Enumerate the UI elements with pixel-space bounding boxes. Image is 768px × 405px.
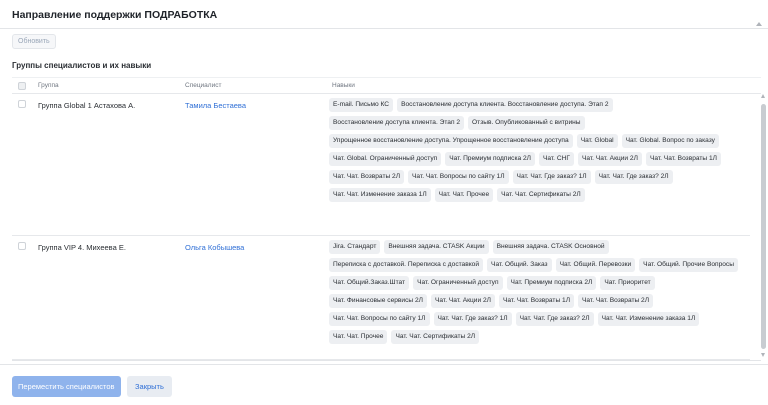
skill-chip: Чат. Чат. Где заказ? 1Л xyxy=(433,312,512,326)
skill-chip: Чат. Global xyxy=(576,134,618,148)
skill-chip: Чат. Чат. Изменение заказа 1Л xyxy=(597,312,700,326)
skill-chip: Чат. Чат. Возвраты 1Л xyxy=(498,294,575,308)
column-header-specialist: Специалист xyxy=(185,82,222,89)
skill-chip: Чат. Премиум подписка 2Л xyxy=(506,276,597,290)
skill-chip: Чат. СНГ xyxy=(538,152,574,166)
skill-chip: Внешняя задача. CTASK Акции xyxy=(384,240,489,254)
skills-list: E-mail. Письмо КС Восстановление доступа… xyxy=(329,98,749,202)
skill-chip: Чат. Чат. Изменение заказа 1Л xyxy=(329,188,431,202)
move-specialists-button[interactable]: Переместить специалистов xyxy=(12,376,121,397)
dialog-footer: Переместить специалистов Закрыть xyxy=(0,364,768,405)
skill-chip: E-mail. Письмо КС xyxy=(329,98,394,112)
refresh-button[interactable]: Обновить xyxy=(12,34,56,49)
skill-chip: Упрощенное восстановление доступа. Упрощ… xyxy=(329,134,573,148)
chevron-up-icon[interactable] xyxy=(756,22,762,26)
skill-chip: Чат. Премиум подписка 2Л xyxy=(445,152,535,166)
table-row: Группа Global 1 Астахова А. Тамила Беста… xyxy=(12,94,750,236)
skill-chip: Восстановление доступа клиента. Восстано… xyxy=(397,98,613,112)
select-all-checkbox[interactable] xyxy=(18,82,26,90)
skill-chip: Чат. Чат. Акции 2Л xyxy=(430,294,495,308)
scroll-thumb[interactable] xyxy=(761,104,766,349)
row-checkbox[interactable] xyxy=(18,100,26,108)
skill-chip: Jira. Стандарт xyxy=(329,240,381,254)
skills-list: Jira. Стандарт Внешняя задача. CTASK Акц… xyxy=(329,240,749,344)
skill-chip: Чат. Чат. Возвраты 1Л xyxy=(645,152,721,166)
table-header: Группа Специалист Навыки xyxy=(12,77,761,94)
skill-chip: Восстановление доступа клиента. Этап 2 xyxy=(329,116,465,130)
skill-chip: Чат. Общий.Заказ.Штат xyxy=(329,276,410,290)
skill-chip: Чат. Чат. Сертификаты 2Л xyxy=(497,188,585,202)
group-name: Группа VIP 4. Михеева Е. xyxy=(38,243,126,252)
table-row: Группа VIP 4. Михеева Е. Ольга Кобышева … xyxy=(12,236,750,360)
specialist-link[interactable]: Ольга Кобышева xyxy=(185,243,244,252)
skill-chip: Чат. Чат. Сертификаты 2Л xyxy=(391,330,480,344)
skill-chip: Чат. Чат. Возвраты 2Л xyxy=(578,294,654,308)
skill-chip: Чат. Global. Ограниченный доступ xyxy=(329,152,442,166)
skill-chip: Отзыв. Опубликованный с витрины xyxy=(468,116,585,130)
skill-chip: Чат. Чат. Прочее xyxy=(434,188,494,202)
skill-chip: Переписка с доставкой. Переписка с доста… xyxy=(329,258,484,272)
skill-chip: Чат. Чат. Вопросы по сайту 1Л xyxy=(408,170,509,184)
skill-chip: Чат. Global. Вопрос по заказу xyxy=(621,134,719,148)
table-scrollbar[interactable] xyxy=(761,94,766,357)
specialist-link[interactable]: Тамила Бестаева xyxy=(185,101,246,110)
skill-chip: Чат. Финансовые сервисы 2Л xyxy=(329,294,427,308)
skill-chip: Чат. Чат. Где заказ? 2Л xyxy=(515,312,594,326)
close-button[interactable]: Закрыть xyxy=(127,376,172,397)
row-checkbox[interactable] xyxy=(18,242,26,250)
skill-chip: Чат. Общий. Заказ xyxy=(487,258,552,272)
skill-chip: Чат. Ограниченный доступ xyxy=(413,276,503,290)
skill-chip: Чат. Чат. Вопросы по сайту 1Л xyxy=(329,312,430,326)
scroll-up-arrow-icon[interactable] xyxy=(761,94,765,98)
skill-chip: Чат. Чат. Где заказ? 2Л xyxy=(594,170,673,184)
skill-chip: Внешняя задача. CTASK Основной xyxy=(492,240,609,254)
scroll-down-arrow-icon[interactable] xyxy=(761,353,765,357)
skill-chip: Чат. Общий. Прочие Вопросы xyxy=(639,258,738,272)
section-title: Группы специалистов и их навыки xyxy=(12,61,152,70)
dialog-header: Направление поддержки ПОДРАБОТКА xyxy=(0,0,768,29)
skill-chip: Чат. Общий. Перевозки xyxy=(555,258,636,272)
skill-chip: Чат. Чат. Прочее xyxy=(329,330,388,344)
skill-chip: Чат. Чат. Акции 2Л xyxy=(577,152,642,166)
specialists-table: Группа Специалист Навыки Группа Global 1… xyxy=(12,77,761,361)
skill-chip: Чат. Чат. Где заказ? 1Л xyxy=(512,170,591,184)
column-header-group: Группа xyxy=(38,82,59,89)
group-name: Группа Global 1 Астахова А. xyxy=(38,101,136,110)
skill-chip: Чат. Чат. Возвраты 2Л xyxy=(329,170,405,184)
column-header-skills: Навыки xyxy=(332,82,355,89)
skill-chip: Чат. Приоритет xyxy=(600,276,655,290)
dialog-title: Направление поддержки ПОДРАБОТКА xyxy=(12,9,218,21)
